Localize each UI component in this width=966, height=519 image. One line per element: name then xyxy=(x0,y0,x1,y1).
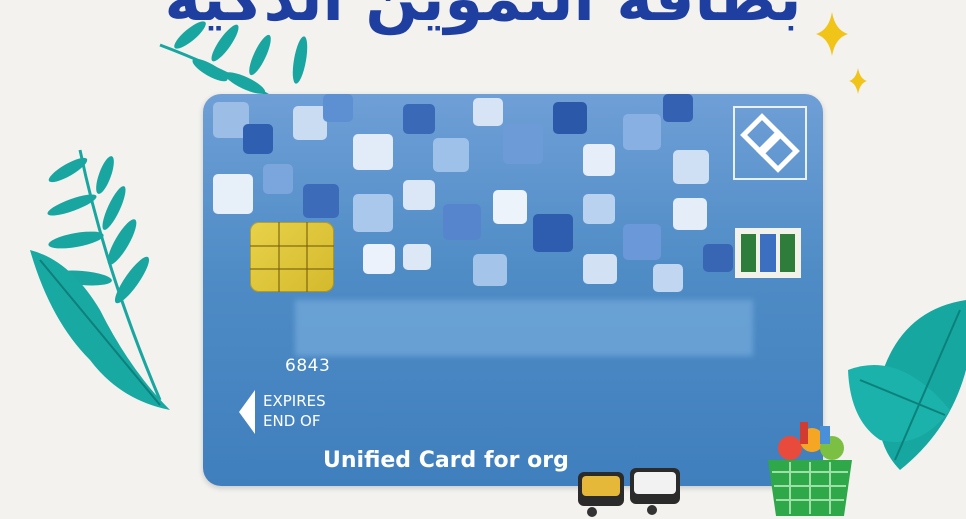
grocery-basket-icon xyxy=(768,422,852,516)
expires-end-label: END OF xyxy=(263,412,321,430)
card-chip xyxy=(250,222,334,292)
sparkle-large-icon xyxy=(816,12,848,56)
redacted-area xyxy=(295,300,753,356)
knot-logo-icon xyxy=(740,113,800,173)
expires-label: EXPIRES xyxy=(263,392,326,410)
expires-arrow-icon xyxy=(239,390,255,434)
sparkle-small-icon xyxy=(849,68,867,94)
card-logo xyxy=(733,106,807,180)
card-emblem-bars xyxy=(735,228,801,278)
food-packages-icon xyxy=(578,468,680,517)
smart-card: 6843 EXPIRES END OF Unified Card for org xyxy=(203,94,823,486)
card-title: Unified Card for org xyxy=(323,448,569,473)
card-number: 6843 xyxy=(285,356,331,376)
leaf-left-icon xyxy=(30,149,170,410)
